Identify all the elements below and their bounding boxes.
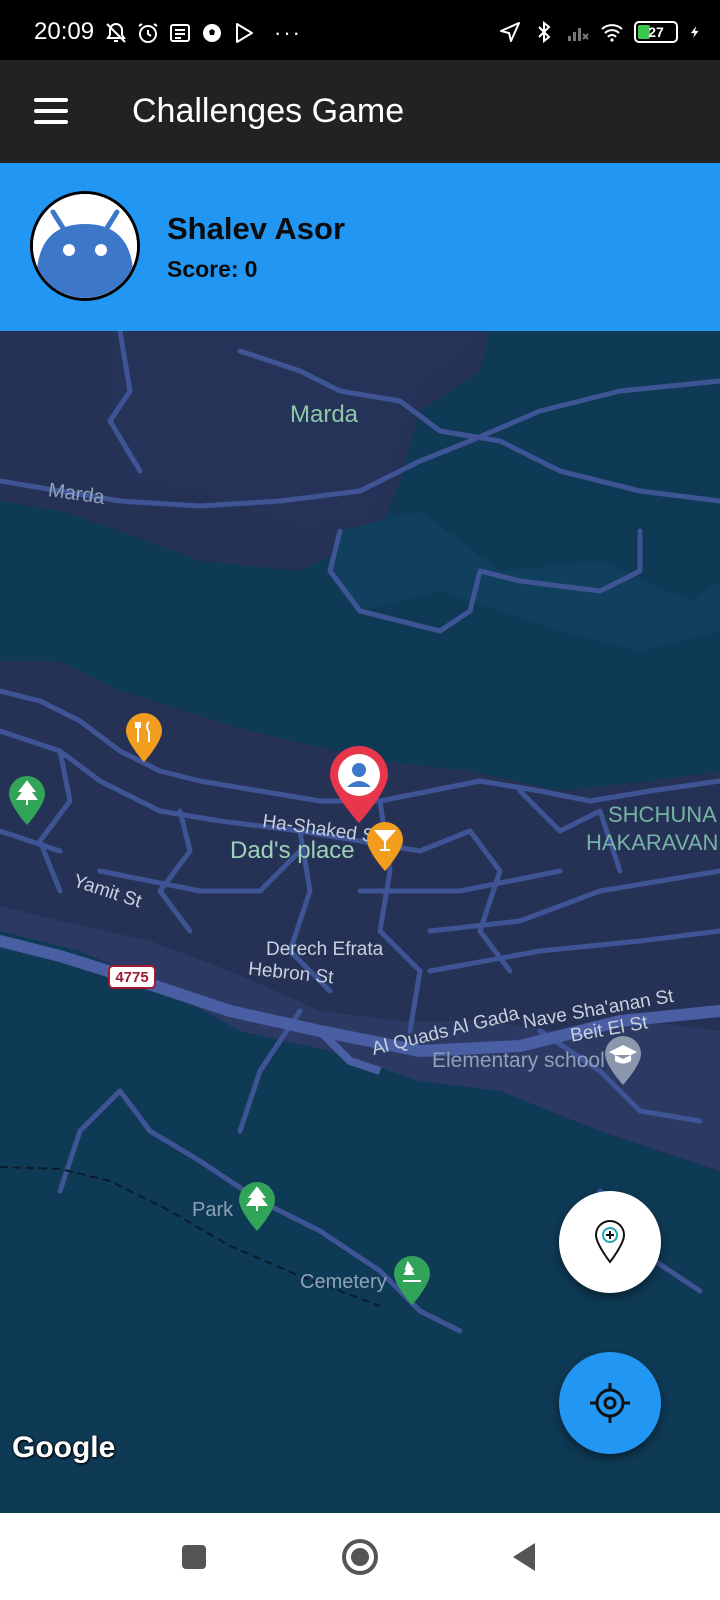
status-bar: 20:09 ··· 27: [0, 0, 720, 60]
wifi-icon: [601, 24, 623, 42]
battery-level: 27: [648, 24, 664, 40]
gps-crosshair-icon: [590, 1383, 630, 1423]
map-label-derech-efrata: Derech Efrata: [266, 939, 384, 960]
hamburger-menu-icon[interactable]: [34, 98, 68, 124]
square-recents-icon: [182, 1545, 206, 1569]
district-line-2: HAKARAVAN: [586, 830, 719, 855]
news-icon: [170, 24, 190, 42]
notification-icons: ···: [104, 20, 302, 46]
school-pin-icon[interactable]: [604, 1035, 642, 1087]
mute-icon: [106, 22, 126, 43]
recents-button[interactable]: [172, 1535, 216, 1579]
system-nav-bar: [0, 1513, 720, 1600]
more-notifications: ···: [274, 20, 302, 45]
map-view[interactable]: Marda Marda Ha-Shaked St Dad's place SHC…: [0, 331, 720, 1513]
add-location-pin-icon: [594, 1220, 626, 1264]
my-location-button[interactable]: [559, 1352, 661, 1454]
score-value: 0: [244, 256, 258, 282]
back-button[interactable]: [502, 1535, 546, 1579]
district-line-1: SHCHUNA: [608, 802, 717, 827]
bar-pin-icon[interactable]: [366, 821, 404, 873]
alarm-icon: [138, 23, 158, 43]
home-button[interactable]: [338, 1535, 382, 1579]
app-bar: Challenges Game: [0, 60, 720, 163]
status-time: 20:09: [34, 18, 95, 45]
soccer-icon: [203, 24, 221, 42]
user-location-pin-icon[interactable]: [328, 745, 390, 825]
bluetooth-icon: [538, 20, 551, 44]
restaurant-pin-icon[interactable]: [125, 712, 163, 764]
add-challenge-button[interactable]: [559, 1191, 661, 1293]
player-name: Shalev Asor: [167, 211, 346, 246]
system-icons: 27: [498, 20, 702, 44]
score-label: Score:: [167, 256, 239, 282]
circle-home-icon: [342, 1539, 378, 1575]
location-arrow-icon: [500, 22, 520, 42]
app-title: Challenges Game: [132, 92, 405, 130]
signal-icon: [568, 28, 589, 41]
google-logo: Google: [12, 1431, 116, 1464]
player-score: Score: 0: [167, 256, 257, 283]
map-tiles: [0, 331, 720, 1334]
road-number-shield: 4775: [108, 965, 156, 989]
map-label-district: SHCHUNA HAKARAVAN: [586, 801, 718, 857]
battery-indicator: 27: [634, 21, 678, 43]
map-label-dads-place: Dad's place: [230, 837, 355, 864]
map-label-cemetery: Cemetery: [300, 1271, 387, 1293]
triangle-back-icon: [513, 1543, 535, 1571]
park-pin-icon[interactable]: [238, 1181, 276, 1233]
map-label-elementary: Elementary school: [432, 1049, 605, 1072]
map-label-park: Park: [192, 1199, 234, 1221]
profile-header: Shalev Asor Score: 0: [0, 163, 720, 331]
play-store-icon: [236, 23, 253, 43]
park-pin-icon-left[interactable]: [8, 775, 46, 827]
map-label-marda-center: Marda: [290, 401, 359, 428]
android-avatar-icon: [30, 191, 140, 301]
charging-icon: [690, 26, 699, 38]
cemetery-pin-icon[interactable]: [393, 1255, 431, 1307]
